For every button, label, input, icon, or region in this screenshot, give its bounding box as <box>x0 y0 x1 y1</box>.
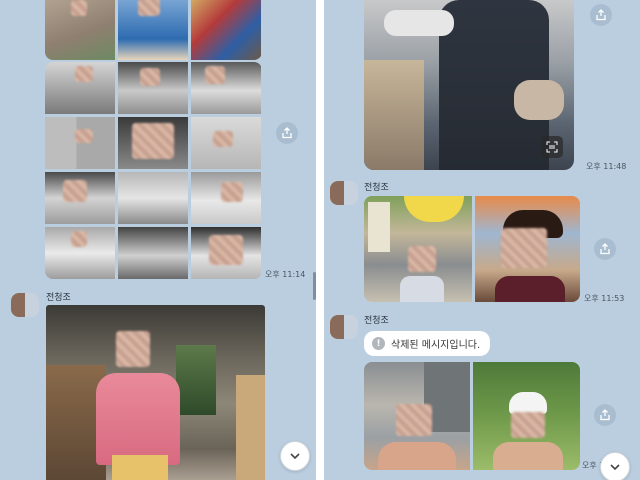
share-button[interactable] <box>590 4 612 26</box>
photo-thumbnail[interactable] <box>45 0 115 60</box>
share-button[interactable] <box>276 122 298 144</box>
avatar[interactable] <box>330 315 358 339</box>
photo-thumbnail[interactable] <box>191 117 261 169</box>
scan-text-icon <box>546 141 558 153</box>
photo-grid <box>45 62 262 279</box>
avatar[interactable] <box>11 293 39 317</box>
photo-thumbnail[interactable] <box>473 362 580 470</box>
photo-thumbnail[interactable] <box>364 196 472 302</box>
sender-name: 전청조 <box>46 293 71 303</box>
photo-thumbnail[interactable] <box>45 172 115 224</box>
photo-thumbnail[interactable] <box>191 0 261 60</box>
photo-thumbnail[interactable] <box>191 172 261 224</box>
share-button[interactable] <box>594 238 616 260</box>
scan-text-button[interactable] <box>541 136 563 158</box>
chat-screen-left: 오후 11:14 전청조 <box>0 0 316 480</box>
photo-message[interactable] <box>364 0 574 170</box>
photo-thumbnail[interactable] <box>191 62 261 114</box>
photo-thumbnail[interactable] <box>45 227 115 279</box>
photo-thumbnail[interactable] <box>364 362 470 470</box>
photo-thumbnail[interactable] <box>475 196 580 302</box>
share-icon <box>596 9 606 21</box>
sender-name: 전청조 <box>364 183 389 193</box>
photo-thumbnail[interactable] <box>45 62 115 114</box>
message-time: 오후 11:53 <box>584 294 625 303</box>
screen-divider <box>316 0 324 480</box>
deleted-message-bubble: ! 삭제된 메시지입니다. <box>364 331 491 356</box>
share-icon <box>600 243 610 255</box>
photo-message[interactable] <box>46 305 265 480</box>
message-time: 오후 11:14 <box>265 270 306 279</box>
photo-grid-top[interactable] <box>45 0 262 60</box>
chevron-down-icon <box>610 464 620 471</box>
photo-thumbnail[interactable] <box>118 172 188 224</box>
share-button[interactable] <box>594 404 616 426</box>
share-icon <box>282 127 292 139</box>
photo-thumbnail[interactable] <box>45 117 115 169</box>
photo-pair <box>364 362 580 470</box>
chat-screen-right: 오후 11:48 전청조 오후 11:53 전청조 ! 삭제된 메시지입니다. <box>324 0 640 480</box>
sender-name: 전청조 <box>364 316 389 326</box>
photo-thumbnail[interactable] <box>118 0 188 60</box>
deleted-message-text: 삭제된 메시지입니다. <box>391 340 481 351</box>
photo-thumbnail[interactable] <box>191 227 261 279</box>
info-icon: ! <box>372 337 385 350</box>
avatar[interactable] <box>330 181 358 205</box>
scroll-down-button[interactable] <box>600 452 630 480</box>
message-time: 오후 11:48 <box>586 162 627 171</box>
scroll-down-button[interactable] <box>280 441 310 471</box>
share-icon <box>600 409 610 421</box>
photo-thumbnail[interactable] <box>118 117 188 169</box>
chevron-down-icon <box>290 453 300 460</box>
photo-thumbnail[interactable] <box>118 227 188 279</box>
photo-pair <box>364 196 580 302</box>
photo-thumbnail[interactable] <box>118 62 188 114</box>
